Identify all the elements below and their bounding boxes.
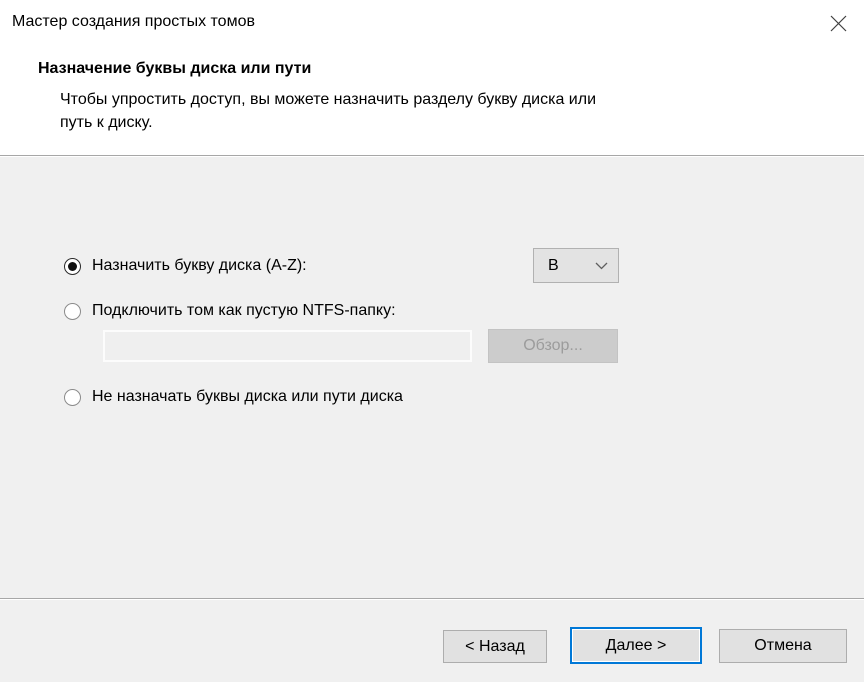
- next-button[interactable]: Далее >: [570, 627, 702, 664]
- folder-path-input[interactable]: [103, 330, 472, 362]
- back-button[interactable]: < Назад: [443, 630, 547, 663]
- drive-letter-select[interactable]: B: [533, 248, 619, 283]
- page-description: Чтобы упростить доступ, вы можете назнач…: [60, 88, 596, 134]
- radio-assign-drive-letter[interactable]: [64, 258, 81, 275]
- radio-selected-dot: [68, 262, 77, 271]
- radio-no-assign[interactable]: [64, 389, 81, 406]
- page-title: Назначение буквы диска или пути: [38, 60, 311, 78]
- drive-letter-value: B: [534, 257, 595, 275]
- close-icon: [830, 15, 847, 32]
- wizard-dialog: Мастер создания простых томов Назначение…: [0, 0, 864, 682]
- radio-assign-drive-letter-label[interactable]: Назначить букву диска (A-Z):: [92, 257, 307, 275]
- page-description-line2: путь к диску.: [60, 114, 153, 131]
- radio-no-assign-label[interactable]: Не назначать буквы диска или пути диска: [92, 388, 403, 406]
- radio-mount-ntfs-folder-label[interactable]: Подключить том как пустую NTFS-папку:: [92, 302, 396, 320]
- content-area: [0, 157, 864, 682]
- footer-divider: [0, 598, 864, 600]
- close-button[interactable]: [822, 8, 854, 38]
- browse-button[interactable]: Обзор...: [488, 329, 618, 363]
- radio-mount-ntfs-folder[interactable]: [64, 303, 81, 320]
- page-description-line1: Чтобы упростить доступ, вы можете назнач…: [60, 91, 596, 108]
- chevron-down-icon: [595, 262, 608, 270]
- cancel-button[interactable]: Отмена: [719, 629, 847, 663]
- window-title: Мастер создания простых томов: [12, 13, 255, 31]
